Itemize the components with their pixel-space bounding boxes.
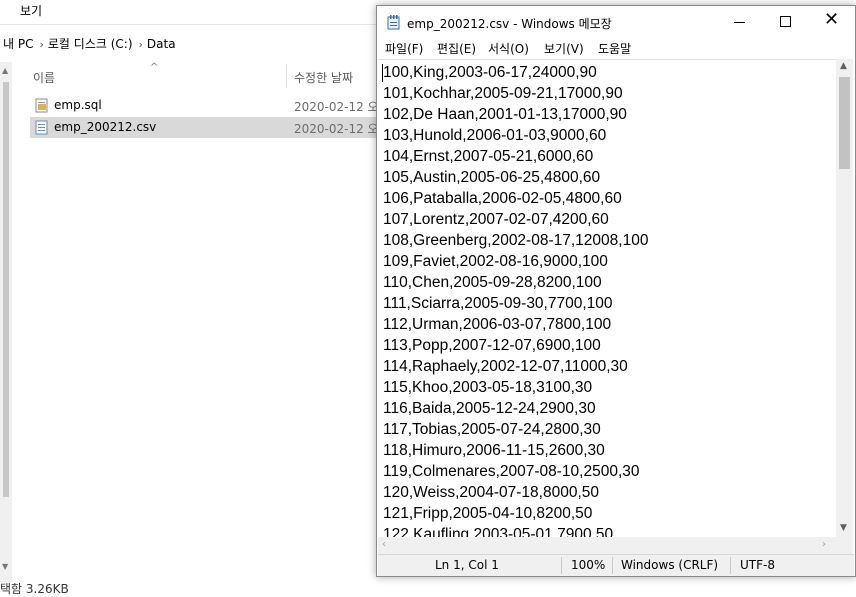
text-line: 110,Chen,2005-09-28,8200,100 xyxy=(383,274,602,291)
text-line: 105,Austin,2005-06-25,4800,60 xyxy=(383,169,601,186)
sort-ascending-icon: ^ xyxy=(150,62,159,73)
maximize-button[interactable] xyxy=(763,6,809,38)
ribbon-tab-view[interactable]: 보기 xyxy=(20,2,42,19)
breadcrumb-local-disk[interactable]: 로컬 디스크 (C:) xyxy=(48,37,133,51)
menu-edit[interactable]: 편집(E) xyxy=(437,40,476,57)
file-modified-date: 2020-02-12 오 xyxy=(294,100,379,114)
breadcrumb-this-pc[interactable]: 내 PC xyxy=(3,37,33,51)
text-line: 122,Kaufling,2003-05-01,7900,50 xyxy=(383,526,614,538)
column-divider[interactable] xyxy=(286,64,287,88)
text-line: 115,Khoo,2003-05-18,3100,30 xyxy=(383,379,593,396)
scrollbar-thumb[interactable] xyxy=(3,82,9,497)
chevron-right-icon[interactable]: › xyxy=(39,38,43,51)
text-line: 111,Sciarra,2005-09-30,7700,100 xyxy=(383,295,613,312)
file-name: emp_200212.csv xyxy=(54,120,157,134)
scroll-up-arrow-icon[interactable]: ▲ xyxy=(840,61,847,71)
text-line: 102,De Haan,2001-01-13,17000,90 xyxy=(383,106,627,123)
text-line: 121,Fripp,2005-04-10,8200,50 xyxy=(383,505,593,522)
text-line: 108,Greenberg,2002-08-17,12008,100 xyxy=(383,232,649,249)
cursor-position: Ln 1, Col 1 xyxy=(435,558,499,572)
status-bar: Ln 1, Col 1 100% Windows (CRLF) UTF-8 xyxy=(378,554,854,576)
breadcrumb-data[interactable]: Data xyxy=(147,37,176,51)
text-line: 113,Popp,2007-12-07,6900,100 xyxy=(383,337,601,354)
text-line: 107,Lorentz,2007-02-07,4200,60 xyxy=(383,211,609,228)
text-line: 109,Faviet,2002-08-16,9000,100 xyxy=(383,253,608,270)
maximize-icon xyxy=(780,16,791,27)
text-line: 100,King,2003-06-17,24000,90 xyxy=(383,64,597,81)
chevron-right-icon[interactable]: › xyxy=(139,38,143,51)
file-modified-date: 2020-02-12 오 xyxy=(294,122,379,136)
encoding: UTF-8 xyxy=(740,558,775,572)
vertical-scrollbar[interactable]: ▲ ▼ xyxy=(836,59,853,537)
zoom-level: 100% xyxy=(571,558,606,572)
text-line: 116,Baida,2005-12-24,2900,30 xyxy=(383,400,596,417)
close-icon: ✕ xyxy=(824,9,840,30)
text-line: 118,Himuro,2006-11-15,2600,30 xyxy=(383,442,605,459)
menu-format[interactable]: 서식(O) xyxy=(488,40,529,57)
title-bar[interactable]: emp_200212.csv - Windows 메모장 ✕ xyxy=(377,6,855,38)
file-row-selected[interactable]: emp_200212.csv 2020-02-12 오 xyxy=(30,117,430,138)
text-line: 114,Raphaely,2002-12-07,11000,30 xyxy=(383,358,628,375)
navigation-pane-scrollbar[interactable]: ▲ ▼ xyxy=(0,62,12,582)
file-list-header: 이름 ^ 수정한 날짜 xyxy=(30,62,430,90)
menu-help[interactable]: 도움말 xyxy=(598,40,631,57)
notepad-window[interactable]: emp_200212.csv - Windows 메모장 ✕ 파일(F) 편집(… xyxy=(376,5,856,577)
minimize-button[interactable] xyxy=(717,6,763,38)
minimize-icon xyxy=(734,22,745,23)
scroll-down-arrow-icon[interactable]: ▼ xyxy=(2,562,8,571)
scroll-up-arrow-icon[interactable]: ▲ xyxy=(2,66,8,75)
scrollbar-thumb[interactable] xyxy=(839,77,850,169)
menu-view[interactable]: 보기(V) xyxy=(544,40,584,57)
line-ending: Windows (CRLF) xyxy=(621,558,719,572)
text-line: 104,Ernst,2007-05-21,6000,60 xyxy=(383,148,594,165)
column-header-name[interactable]: 이름 xyxy=(33,69,55,86)
scroll-left-arrow-icon[interactable]: ‹ xyxy=(382,539,386,550)
text-line: 112,Urman,2006-03-07,7800,100 xyxy=(383,316,612,333)
status-divider xyxy=(612,557,613,574)
status-divider xyxy=(730,557,731,574)
sql-file-icon xyxy=(35,98,48,113)
scrollbar-corner xyxy=(836,537,853,554)
close-button[interactable]: ✕ xyxy=(809,6,855,38)
window-title: emp_200212.csv - Windows 메모장 xyxy=(407,17,612,31)
text-line: 117,Tobias,2005-07-24,2800,30 xyxy=(383,421,601,438)
horizontal-scrollbar[interactable]: ‹ › xyxy=(378,537,837,554)
status-divider xyxy=(561,557,562,574)
file-row[interactable]: emp.sql 2020-02-12 오 xyxy=(30,95,430,116)
text-line: 120,Weiss,2004-07-18,8000,50 xyxy=(383,484,600,501)
file-name: emp.sql xyxy=(54,98,102,112)
text-line: 101,Kochhar,2005-09-21,17000,90 xyxy=(383,85,623,102)
scroll-right-arrow-icon[interactable]: › xyxy=(822,539,826,550)
explorer-status-text: 택함 3.26KB xyxy=(0,582,69,596)
csv-file-icon xyxy=(35,120,48,135)
text-editor-area[interactable]: 100,King,2003-06-17,24000,90 101,Kochhar,… xyxy=(378,59,837,538)
text-line: 103,Hunold,2006-01-03,9000,60 xyxy=(383,127,607,144)
text-line: 119,Colmenares,2007-08-10,2500,30 xyxy=(383,463,640,480)
menu-bar: 파일(F) 편집(E) 서식(O) 보기(V) 도움말 xyxy=(377,38,855,58)
scroll-down-arrow-icon[interactable]: ▼ xyxy=(840,523,847,533)
column-header-modified[interactable]: 수정한 날짜 xyxy=(294,69,353,86)
menu-file[interactable]: 파일(F) xyxy=(385,40,423,57)
text-content: 100,King,2003-06-17,24000,90 101,Kochhar,… xyxy=(383,62,648,538)
text-line: 106,Pataballa,2006-02-05,4800,60 xyxy=(383,190,622,207)
notepad-icon xyxy=(387,15,400,30)
